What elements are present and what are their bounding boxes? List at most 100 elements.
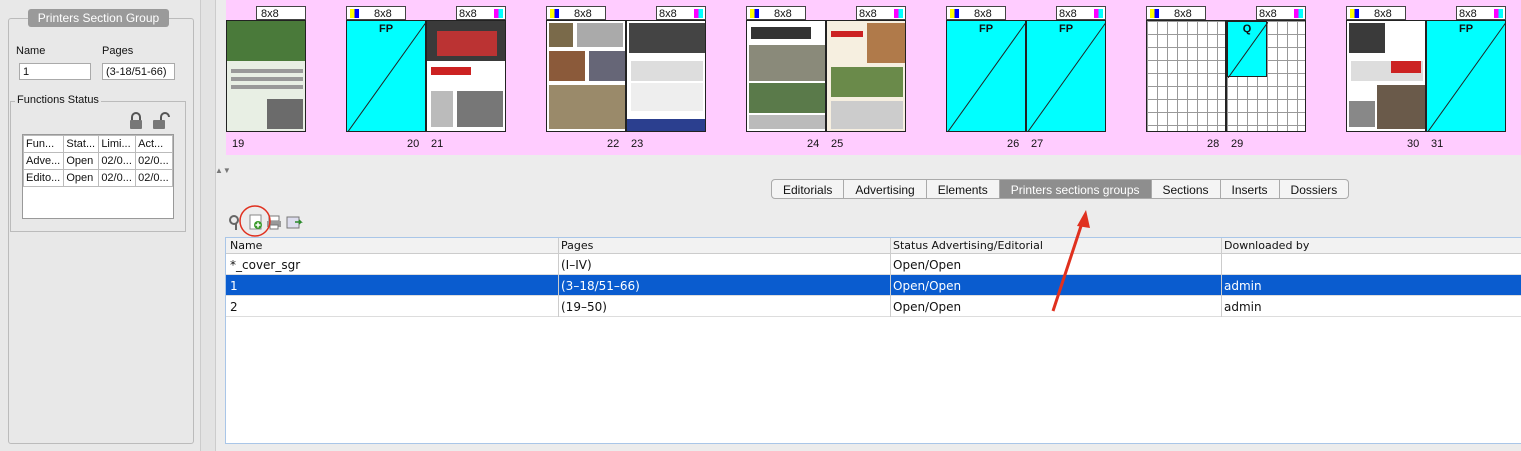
column-divider[interactable] bbox=[1221, 238, 1222, 317]
cell-name: *_cover_sgr bbox=[230, 258, 301, 272]
page-thumbnail-grid[interactable] bbox=[1146, 20, 1226, 132]
key-icon[interactable] bbox=[228, 214, 244, 230]
color-marker-icon bbox=[1294, 9, 1303, 18]
cell-pages: (19–50) bbox=[561, 300, 607, 314]
panel-title: Printers Section Group bbox=[28, 9, 169, 27]
page-thumbnail[interactable] bbox=[546, 20, 626, 132]
badge-label: 8x8 bbox=[459, 8, 477, 20]
table-cell: Stat... bbox=[63, 135, 100, 153]
tab-bar: Editorials Advertising Elements Printers… bbox=[771, 179, 1350, 199]
table-header-row: Fun... Stat... Limi... Act... bbox=[22, 135, 173, 153]
page-size-badge: 8x8 bbox=[946, 6, 1006, 20]
table-row-selected[interactable]: 1 (3–18/51–66) Open/Open admin bbox=[226, 275, 1521, 296]
color-marker-icon bbox=[350, 9, 359, 18]
cell-downloaded-by: admin bbox=[1224, 300, 1262, 314]
page-size-badge: 8x8 bbox=[456, 6, 506, 20]
table-cell: Act... bbox=[135, 135, 173, 153]
column-header-status[interactable]: Status Advertising/Editorial bbox=[893, 239, 1043, 252]
tab-inserts[interactable]: Inserts bbox=[1220, 179, 1280, 199]
tab-advertising[interactable]: Advertising bbox=[844, 179, 927, 199]
tab-editorials[interactable]: Editorials bbox=[771, 179, 845, 199]
table-row[interactable]: *_cover_sgr (I–IV) Open/Open bbox=[226, 254, 1521, 275]
print-icon[interactable] bbox=[266, 214, 282, 230]
cell-pages: (3–18/51–66) bbox=[561, 279, 640, 293]
page-number: 29 bbox=[1231, 138, 1244, 150]
page-size-badge: 8x8 bbox=[856, 6, 906, 20]
page-thumbnail-fp[interactable]: FP bbox=[346, 20, 426, 132]
badge-label: 8x8 bbox=[1174, 8, 1192, 20]
color-marker-icon bbox=[1494, 9, 1503, 18]
badge-label: 8x8 bbox=[374, 8, 392, 20]
cell-name: 1 bbox=[230, 279, 238, 293]
tab-sections[interactable]: Sections bbox=[1151, 179, 1221, 199]
page-thumbnail[interactable] bbox=[226, 20, 306, 132]
table-cell: 02/0... bbox=[135, 169, 173, 187]
page-size-badge: 8x8 bbox=[746, 6, 806, 20]
page-thumbnail-fp[interactable]: FP bbox=[946, 20, 1026, 132]
printers-sections-groups-table: Name Pages Status Advertising/Editorial … bbox=[225, 237, 1521, 444]
color-marker-icon bbox=[494, 9, 503, 18]
pages-field[interactable]: (3-18/51-66) bbox=[102, 63, 175, 80]
lock-icon[interactable] bbox=[127, 112, 145, 130]
annotation-arrowhead bbox=[1077, 210, 1090, 228]
badge-label: 8x8 bbox=[1459, 8, 1477, 20]
table-cell: Edito... bbox=[22, 169, 65, 187]
table-cell: Limi... bbox=[98, 135, 137, 153]
tab-elements[interactable]: Elements bbox=[926, 179, 1000, 199]
color-marker-icon bbox=[694, 9, 703, 18]
badge-label: 8x8 bbox=[1259, 8, 1277, 20]
color-marker-icon bbox=[894, 9, 903, 18]
page-thumbnail-fp[interactable]: FP bbox=[1026, 20, 1106, 132]
printers-section-group-panel: Printers Section Group Name Pages 1 (3-1… bbox=[0, 0, 200, 451]
split-collapse-icon[interactable]: ▲▼ bbox=[215, 166, 231, 175]
column-divider[interactable] bbox=[558, 238, 559, 317]
cell-pages: (I–IV) bbox=[561, 258, 592, 272]
page-number: 31 bbox=[1431, 138, 1444, 150]
page-size-badge: 8x8 bbox=[1146, 6, 1206, 20]
page-size-badge: 8x8 bbox=[1346, 6, 1406, 20]
color-marker-icon bbox=[950, 9, 959, 18]
table-cell: Adve... bbox=[22, 152, 65, 170]
color-marker-icon bbox=[1350, 9, 1359, 18]
split-divider[interactable] bbox=[200, 0, 216, 451]
color-marker-icon bbox=[750, 9, 759, 18]
table-header: Name Pages Status Advertising/Editorial … bbox=[226, 238, 1521, 254]
page-number: 28 bbox=[1207, 138, 1220, 150]
tab-printers-sections-groups[interactable]: Printers sections groups bbox=[999, 179, 1152, 199]
badge-label: 8x8 bbox=[1374, 8, 1392, 20]
page-thumbnail-fp[interactable]: FP bbox=[1426, 20, 1506, 132]
badge-label: 8x8 bbox=[261, 8, 279, 20]
table-cell: 02/0... bbox=[135, 152, 173, 170]
table-row[interactable]: Adve... Open 02/0... 02/0... bbox=[22, 152, 173, 170]
tab-dossiers[interactable]: Dossiers bbox=[1279, 179, 1350, 199]
column-header-pages[interactable]: Pages bbox=[561, 239, 593, 252]
page-thumbnail[interactable] bbox=[626, 20, 706, 132]
page-thumbnail[interactable] bbox=[1346, 20, 1426, 132]
page-size-badge: 8x8 bbox=[656, 6, 706, 20]
page-size-badge: 8x8 bbox=[346, 6, 406, 20]
page-number: 24 bbox=[807, 138, 820, 150]
page-thumbnail[interactable] bbox=[746, 20, 826, 132]
table-row[interactable]: Edito... Open 02/0... 02/0... bbox=[22, 169, 173, 187]
badge-label: 8x8 bbox=[774, 8, 792, 20]
column-divider[interactable] bbox=[890, 238, 891, 317]
pages-label: Pages bbox=[102, 45, 134, 57]
name-field[interactable]: 1 bbox=[19, 63, 91, 80]
badge-label: 8x8 bbox=[574, 8, 592, 20]
table-row[interactable]: 2 (19–50) Open/Open admin bbox=[226, 296, 1521, 317]
functions-status-title: Functions Status bbox=[15, 94, 101, 106]
page-thumbnail[interactable] bbox=[826, 20, 906, 132]
page-thumbnail-grid[interactable]: Q bbox=[1226, 20, 1306, 132]
page-thumbnail[interactable] bbox=[426, 20, 506, 132]
page-number: 21 bbox=[431, 138, 444, 150]
add-icon[interactable] bbox=[248, 214, 264, 230]
page-number: 20 bbox=[407, 138, 420, 150]
column-header-downloaded-by[interactable]: Downloaded by bbox=[1224, 239, 1309, 252]
unlock-icon[interactable] bbox=[152, 112, 170, 130]
page-number: 23 bbox=[631, 138, 644, 150]
export-icon[interactable] bbox=[286, 214, 303, 230]
page-number: 30 bbox=[1407, 138, 1420, 150]
page-size-badge: 8x8 bbox=[1056, 6, 1106, 20]
page-number: 26 bbox=[1007, 138, 1020, 150]
column-header-name[interactable]: Name bbox=[230, 239, 262, 252]
